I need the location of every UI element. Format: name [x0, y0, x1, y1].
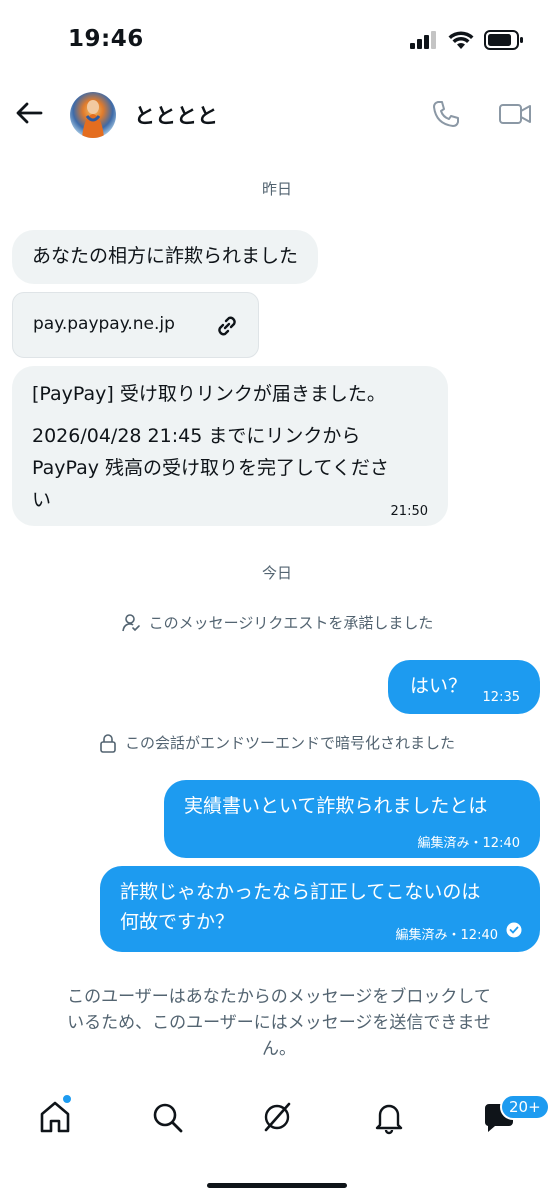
home-notification-dot: [62, 1094, 72, 1104]
status-time: 19:46: [68, 26, 144, 52]
outgoing-message[interactable]: 詐欺じゃなかったなら訂正してこないのは 何故ですか？ 編集済み・12:40: [100, 866, 540, 952]
read-check-icon: [506, 922, 522, 938]
status-icons: [410, 30, 524, 50]
link-url: pay.paypay.ne.jp: [33, 314, 175, 334]
link-preview-card[interactable]: pay.paypay.ne.jp: [12, 292, 259, 358]
blocked-notice-line: いるため、このユーザーにはメッセージを送信できませ: [67, 1013, 491, 1033]
back-arrow-icon[interactable]: [14, 98, 44, 128]
message-edited-meta: 編集済み・12:40: [417, 836, 520, 851]
message-text-line: 詐欺じゃなかったなら訂正してこないのは: [120, 881, 481, 903]
battery-icon: [484, 30, 523, 50]
avatar[interactable]: [70, 92, 116, 138]
encryption-notice: この会話がエンドツーエンドで暗号化されました: [0, 732, 554, 753]
outgoing-message[interactable]: はい？ 12:35: [388, 660, 540, 714]
message-text-line: い: [32, 489, 52, 511]
messages-badge: 20+: [500, 1094, 550, 1120]
message-text-line: [PayPay] 受け取りリンクが届きました。: [32, 383, 386, 405]
lock-icon: [100, 733, 116, 753]
bottom-tab-bar: [0, 1080, 554, 1160]
conversation-header: とととと: [0, 84, 554, 144]
header-name[interactable]: とととと: [134, 100, 218, 130]
bell-icon[interactable]: [370, 1098, 408, 1136]
request-accepted-notice: このメッセージリクエストを承諾しました: [0, 612, 554, 633]
wifi-icon: [448, 31, 474, 49]
message-text-line: PayPay 残高の受け取りを完了してくださ: [32, 457, 389, 479]
video-call-icon[interactable]: [498, 98, 532, 130]
request-accepted-text: このメッセージリクエストを承諾しました: [148, 614, 434, 632]
phone-icon[interactable]: [430, 98, 462, 130]
home-indicator: [207, 1183, 347, 1188]
blocked-notice-line: このユーザーはあなたからのメッセージをブロックして: [67, 987, 491, 1007]
message-edited-meta: 編集済み・12:40: [395, 928, 498, 943]
person-check-icon: [121, 613, 140, 631]
signal-icon: [410, 31, 436, 49]
link-icon: [218, 316, 236, 336]
message-text: 実績書いといて詐欺られましたとは: [184, 795, 488, 817]
status-bar: 19:46: [0, 0, 554, 80]
grok-icon[interactable]: [258, 1098, 296, 1136]
search-icon[interactable]: [148, 1098, 186, 1136]
blocked-notice: このユーザーはあなたからのメッセージをブロックして いるため、このユーザーにはメ…: [24, 984, 534, 1062]
outgoing-message[interactable]: 実績書いといて詐欺られましたとは 編集済み・12:40: [164, 780, 540, 858]
avatar-figure-icon: [82, 100, 104, 138]
date-separator-yesterday: 昨日: [261, 180, 292, 198]
message-text: あなたの相方に詐欺られました: [32, 245, 299, 267]
message-text: はい？: [410, 675, 468, 697]
message-timestamp: 12:35: [482, 690, 520, 705]
blocked-notice-line: ん。: [262, 1039, 296, 1059]
message-text-line: 何故ですか？: [120, 911, 235, 933]
incoming-message[interactable]: あなたの相方に詐欺られました: [12, 230, 319, 284]
encryption-text: この会話がエンドツーエンドで暗号化されました: [124, 734, 455, 752]
date-separator-today: 今日: [261, 564, 292, 582]
message-timestamp: 21:50: [390, 504, 428, 519]
message-text-line: 2026/04/28 21:45 までにリンクから: [32, 425, 361, 447]
incoming-message-paypay[interactable]: [PayPay] 受け取りリンクが届きました。 2026/04/28 21:45…: [12, 366, 448, 526]
